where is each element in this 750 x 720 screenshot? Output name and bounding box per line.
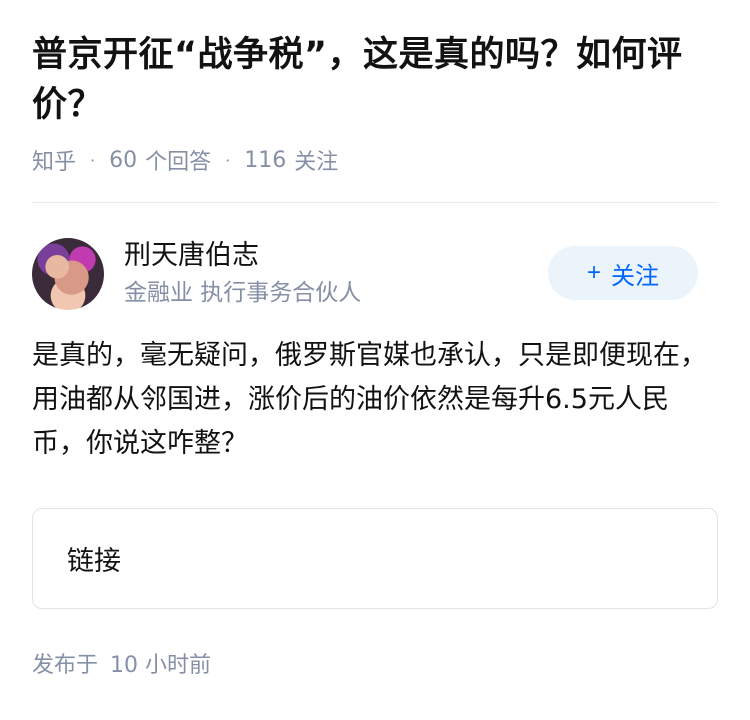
followers-count: 116	[244, 147, 287, 173]
answers-label[interactable]: 个回答	[145, 144, 211, 176]
follow-button[interactable]: + 关注	[548, 246, 698, 300]
author-headline: 金融业 执行事务合伙人	[124, 280, 362, 306]
follow-label: 关注	[611, 262, 659, 290]
meta-separator: ·	[225, 150, 231, 170]
author-name[interactable]: 刑天唐伯志	[124, 238, 361, 274]
author-info: 刑天唐伯志 金融业 执行事务合伙人	[124, 238, 361, 310]
question-title[interactable]: 普京开征“战争税”，这是真的吗？如何评价？	[32, 30, 718, 130]
question-meta: 知乎 · 60 个回答 · 116 关注	[32, 144, 718, 176]
followers-label[interactable]: 关注	[294, 144, 338, 176]
published-time: 发布于 10 小时前	[32, 647, 718, 679]
section-divider	[32, 202, 718, 203]
answer-content: 是真的，毫无疑问，俄罗斯官媒也承认，只是即便现在，用油都从邻国进，涨价后的油价依…	[32, 340, 707, 459]
avatar[interactable]	[32, 238, 104, 310]
question-header: 普京开征“战争税”，这是真的吗？如何评价？ 知乎 · 60 个回答 · 116 …	[0, 0, 750, 203]
published-value: 10 小时前	[110, 653, 212, 678]
meta-separator: ·	[90, 150, 96, 170]
published-label: 发布于	[32, 653, 99, 678]
answers-count: 60	[109, 147, 138, 173]
link-label: 链接	[67, 546, 121, 577]
link-card[interactable]: 链接	[32, 508, 718, 609]
author-row: 刑天唐伯志 金融业 执行事务合伙人 + 关注	[32, 236, 718, 312]
source-label[interactable]: 知乎	[32, 144, 76, 176]
answer-card: 刑天唐伯志 金融业 执行事务合伙人 + 关注 是真的，毫无疑问，俄罗斯官媒也承认…	[0, 236, 750, 679]
plus-icon: +	[586, 259, 601, 286]
